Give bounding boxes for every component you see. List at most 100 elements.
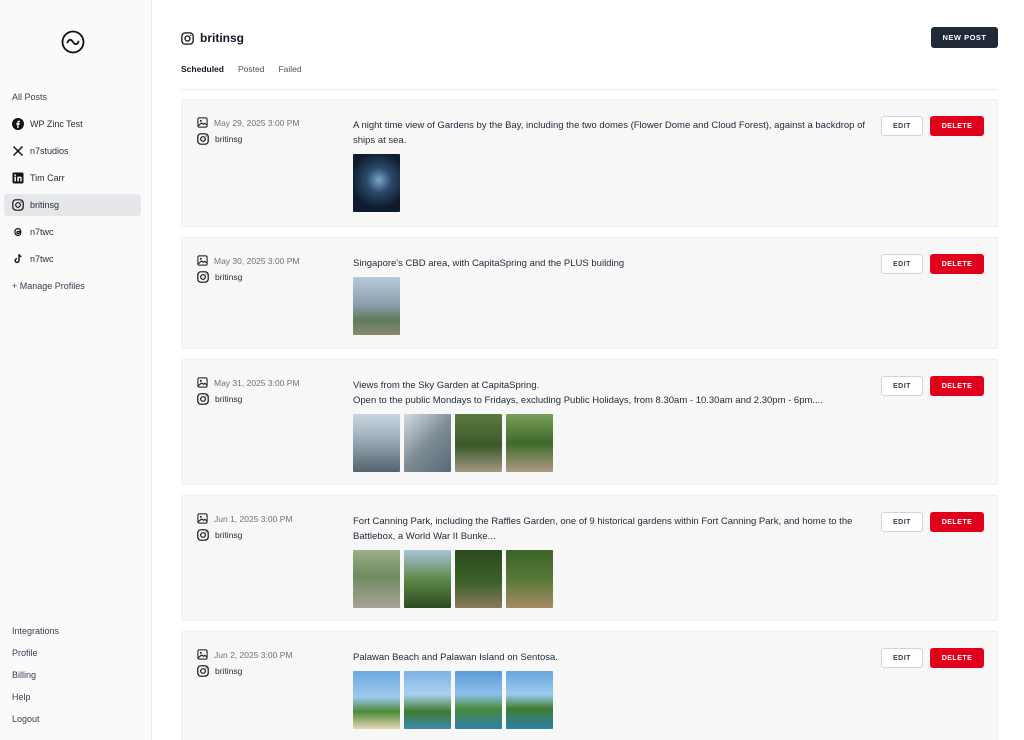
post-image[interactable] xyxy=(404,414,451,472)
post-caption: A night time view of Gardens by the Bay,… xyxy=(353,120,866,146)
delete-button[interactable]: DELETE xyxy=(930,376,984,396)
post-images xyxy=(353,414,557,472)
post-image[interactable] xyxy=(404,671,451,729)
threads-icon xyxy=(12,226,24,238)
instagram-icon xyxy=(197,529,209,541)
post-date-text: May 31, 2025 3:00 PM xyxy=(214,377,300,388)
post-profile: britinsg xyxy=(197,529,242,541)
post-date: May 29, 2025 3:00 PM xyxy=(197,117,300,128)
instagram-icon xyxy=(12,199,24,211)
manage-profiles-link[interactable]: + Manage Profiles xyxy=(12,281,85,291)
facebook-icon xyxy=(12,118,24,130)
post-date-text: May 29, 2025 3:00 PM xyxy=(214,117,300,128)
post-profile-name: britinsg xyxy=(215,666,243,676)
post-date-text: Jun 1, 2025 3:00 PM xyxy=(214,513,293,524)
sidebar-item-label: n7twc xyxy=(30,254,54,264)
edit-button[interactable]: EDIT xyxy=(881,648,923,668)
nav-profile[interactable]: Profile xyxy=(12,648,59,670)
post-date: May 30, 2025 3:00 PM xyxy=(197,255,300,266)
profile-list: WP Zinc Test n7studios Tim Carr britinsg… xyxy=(4,113,141,275)
post-profile-name: britinsg xyxy=(215,134,243,144)
x-icon xyxy=(12,145,24,157)
post-image[interactable] xyxy=(353,414,400,472)
post-caption: Views from the Sky Garden at CapitaSprin… xyxy=(353,380,823,406)
post-caption: Fort Canning Park, including the Raffles… xyxy=(353,516,853,542)
post-image[interactable] xyxy=(353,277,400,335)
linkedin-icon xyxy=(12,172,24,184)
post-image[interactable] xyxy=(353,671,400,729)
delete-button[interactable]: DELETE xyxy=(930,116,984,136)
post-image[interactable] xyxy=(353,154,400,212)
post-image[interactable] xyxy=(506,550,553,608)
post-card: Jun 1, 2025 3:00 PM britinsg Fort Cannin… xyxy=(181,495,998,621)
delete-button[interactable]: DELETE xyxy=(930,512,984,532)
new-post-button[interactable]: NEW POST xyxy=(931,27,998,48)
sidebar-item-n7twc-threads[interactable]: n7twc xyxy=(4,221,141,243)
page-title: britinsg xyxy=(181,31,244,45)
divider xyxy=(181,89,998,90)
post-image[interactable] xyxy=(455,414,502,472)
status-tabs: Scheduled Posted Failed xyxy=(181,64,316,74)
instagram-icon xyxy=(197,271,209,283)
image-icon xyxy=(197,649,208,660)
post-card: May 31, 2025 3:00 PM britinsg Views from… xyxy=(181,359,998,485)
post-date-text: May 30, 2025 3:00 PM xyxy=(214,255,300,266)
bottom-nav: Integrations Profile Billing Help Logout xyxy=(12,626,59,736)
tab-scheduled[interactable]: Scheduled xyxy=(181,64,224,74)
edit-button[interactable]: EDIT xyxy=(881,512,923,532)
tiktok-icon xyxy=(12,253,24,265)
nav-logout[interactable]: Logout xyxy=(12,714,59,736)
nav-billing[interactable]: Billing xyxy=(12,670,59,692)
sidebar: All Posts WP Zinc Test n7studios Tim Car… xyxy=(0,0,152,740)
instagram-icon xyxy=(197,665,209,677)
tab-posted[interactable]: Posted xyxy=(238,64,264,74)
nav-help[interactable]: Help xyxy=(12,692,59,714)
instagram-icon xyxy=(197,393,209,405)
post-date: May 31, 2025 3:00 PM xyxy=(197,377,300,388)
sidebar-item-n7studios[interactable]: n7studios xyxy=(4,140,141,162)
post-profile-name: britinsg xyxy=(215,394,243,404)
post-profile: britinsg xyxy=(197,133,242,145)
delete-button[interactable]: DELETE xyxy=(930,648,984,668)
nav-all-posts[interactable]: All Posts xyxy=(12,92,47,102)
image-icon xyxy=(197,117,208,128)
sidebar-item-label: Tim Carr xyxy=(30,173,65,183)
post-image[interactable] xyxy=(404,550,451,608)
post-image[interactable] xyxy=(506,671,553,729)
post-image[interactable] xyxy=(455,671,502,729)
post-images xyxy=(353,277,404,335)
post-date: Jun 2, 2025 3:00 PM xyxy=(197,649,292,660)
post-profile: britinsg xyxy=(197,665,242,677)
image-icon xyxy=(197,513,208,524)
edit-button[interactable]: EDIT xyxy=(881,254,923,274)
delete-button[interactable]: DELETE xyxy=(930,254,984,274)
post-card: May 29, 2025 3:00 PM britinsg A night ti… xyxy=(181,99,998,227)
post-profile: britinsg xyxy=(197,271,242,283)
post-list: May 29, 2025 3:00 PM britinsg A night ti… xyxy=(181,99,998,740)
tab-failed[interactable]: Failed xyxy=(278,64,301,74)
nav-integrations[interactable]: Integrations xyxy=(12,626,59,648)
post-image[interactable] xyxy=(455,550,502,608)
edit-button[interactable]: EDIT xyxy=(881,376,923,396)
instagram-icon xyxy=(197,133,209,145)
sidebar-item-tim-carr[interactable]: Tim Carr xyxy=(4,167,141,189)
sidebar-item-n7twc-tiktok[interactable]: n7twc xyxy=(4,248,141,270)
post-profile: britinsg xyxy=(197,393,242,405)
post-profile-name: britinsg xyxy=(215,530,243,540)
post-profile-name: britinsg xyxy=(215,272,243,282)
image-icon xyxy=(197,255,208,266)
post-caption: Singapore's CBD area, with CapitaSpring … xyxy=(353,258,625,269)
post-image[interactable] xyxy=(353,550,400,608)
sidebar-item-wp-zinc-test[interactable]: WP Zinc Test xyxy=(4,113,141,135)
sidebar-item-britinsg[interactable]: britinsg xyxy=(4,194,141,216)
sidebar-item-label: britinsg xyxy=(30,200,60,210)
post-image[interactable] xyxy=(506,414,553,472)
post-caption: Palawan Beach and Palawan Island on Sent… xyxy=(353,652,558,663)
post-date: Jun 1, 2025 3:00 PM xyxy=(197,513,292,524)
sidebar-item-label: WP Zinc Test xyxy=(30,119,83,129)
edit-button[interactable]: EDIT xyxy=(881,116,923,136)
sidebar-item-label: n7studios xyxy=(30,146,69,156)
post-card: May 30, 2025 3:00 PM britinsg Singapore'… xyxy=(181,237,998,349)
app-logo-icon[interactable] xyxy=(61,30,85,54)
sidebar-item-label: n7twc xyxy=(30,227,54,237)
